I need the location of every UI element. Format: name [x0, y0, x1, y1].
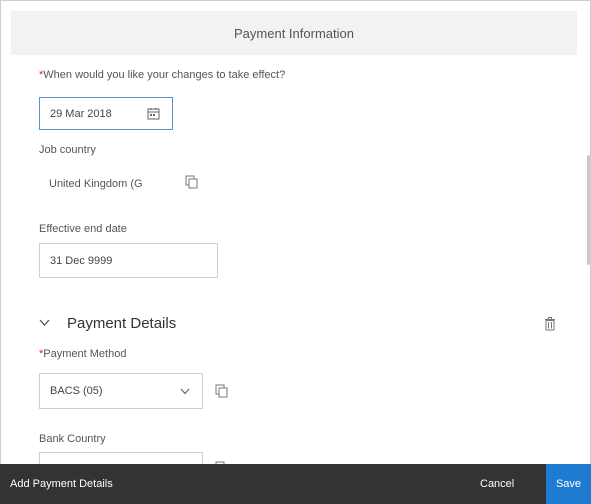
- end-date-label: Effective end date: [39, 223, 127, 235]
- copy-icon[interactable]: [185, 175, 198, 189]
- job-country-label: Job country: [39, 144, 96, 156]
- payment-method-label: *Payment Method: [39, 348, 126, 360]
- payment-information-dialog: Payment Information *When would you like…: [0, 0, 591, 504]
- payment-method-select[interactable]: BACS (05): [39, 373, 203, 409]
- end-date-value: 31 Dec 9999: [50, 254, 113, 267]
- chevron-down-icon[interactable]: [39, 319, 50, 327]
- dialog-title: Payment Information: [234, 25, 354, 41]
- effective-date-label-text: When would you like your changes to take…: [43, 69, 286, 81]
- payment-method-label-text: Payment Method: [43, 348, 127, 360]
- chevron-down-icon[interactable]: [180, 388, 190, 395]
- dialog-header: Payment Information: [11, 11, 577, 55]
- payment-method-value: BACS (05): [50, 385, 103, 397]
- end-date-field[interactable]: 31 Dec 9999: [39, 243, 218, 278]
- cancel-button[interactable]: Cancel: [480, 464, 514, 504]
- effective-date-value: 29 Mar 2018: [50, 107, 112, 120]
- dialog-footer: Add Payment Details Cancel Save: [0, 464, 591, 504]
- add-payment-details-button[interactable]: Add Payment Details: [10, 464, 113, 504]
- calendar-icon[interactable]: [147, 107, 160, 120]
- scrollbar-thumb[interactable]: [587, 155, 590, 265]
- payment-details-title[interactable]: Payment Details: [67, 315, 176, 332]
- delete-icon[interactable]: [544, 317, 556, 331]
- job-country-value: United Kingdom (G: [49, 178, 143, 190]
- dialog-content: *When would you like your changes to tak…: [1, 55, 581, 465]
- effective-date-label: *When would you like your changes to tak…: [39, 69, 285, 81]
- copy-icon[interactable]: [215, 384, 228, 398]
- effective-date-field[interactable]: 29 Mar 2018: [39, 97, 173, 130]
- scrollbar[interactable]: [585, 55, 590, 465]
- bank-country-label: Bank Country: [39, 433, 106, 445]
- save-button[interactable]: Save: [546, 464, 591, 504]
